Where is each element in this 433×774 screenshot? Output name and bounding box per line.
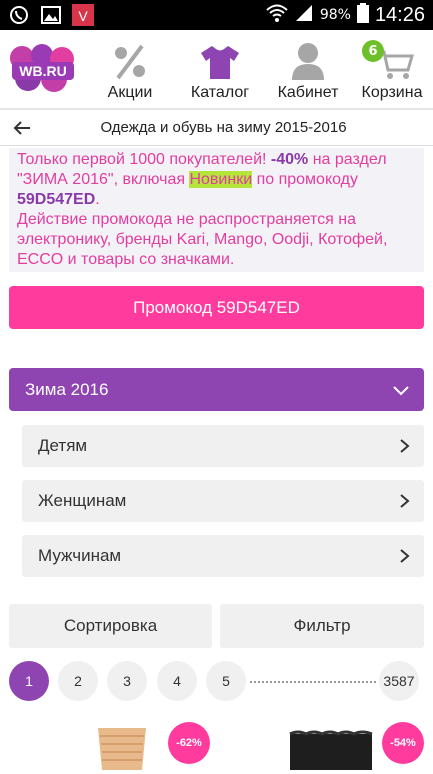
subcategory-label: Женщинам xyxy=(38,491,127,510)
chevron-right-icon xyxy=(400,549,410,563)
promo-code-button[interactable]: Промокод 59D547ED xyxy=(9,286,424,329)
tshirt-icon xyxy=(200,36,240,80)
clock: 14:26 xyxy=(374,3,425,26)
discount-badge: -62% xyxy=(168,722,210,764)
nav-cabinet-label: Кабинет xyxy=(277,84,339,101)
season-dropdown[interactable]: Зима 2016 xyxy=(9,368,424,411)
svg-text:V: V xyxy=(78,8,88,24)
nav-cart[interactable]: 6 Корзина xyxy=(354,30,430,108)
title-bar: Одежда и обувь на зиму 2015-2016 xyxy=(0,110,433,146)
subcategory-label: Детям xyxy=(38,436,88,455)
subcategory-women[interactable]: Женщинам xyxy=(22,480,424,522)
promo-part4: . xyxy=(95,191,100,208)
gallery-icon xyxy=(40,4,62,26)
back-button[interactable] xyxy=(0,110,44,146)
page-1[interactable]: 1 xyxy=(9,661,49,701)
percent-icon xyxy=(112,36,148,80)
viber-icon xyxy=(8,4,30,26)
promo-part3: по промокоду xyxy=(252,171,359,188)
chevron-right-icon xyxy=(400,439,410,453)
promo-text: Только первой 1000 покупателей! -40% на … xyxy=(9,148,424,272)
status-bar: V 98% 14:26 xyxy=(0,0,433,30)
subcategory-men[interactable]: Мужчинам xyxy=(22,535,424,577)
page-last[interactable]: 3587 xyxy=(379,661,419,701)
app-v-icon: V xyxy=(72,4,94,26)
promo-discount: -40% xyxy=(270,151,309,168)
wifi-icon xyxy=(266,3,288,27)
logo-text: WB.RU xyxy=(19,63,66,79)
page-title: Одежда и обувь на зиму 2015-2016 xyxy=(100,119,347,136)
nav-cart-label: Корзина xyxy=(361,84,423,101)
promo-highlight[interactable]: Новинки xyxy=(189,171,253,188)
promo-note: Действие промокода не распространяется н… xyxy=(17,211,388,268)
nav-catalog-label: Каталог xyxy=(190,84,250,101)
sort-button[interactable]: Сортировка xyxy=(9,604,212,648)
page-4[interactable]: 4 xyxy=(157,661,197,701)
promo-code: 59D547ED xyxy=(17,191,96,208)
page-5[interactable]: 5 xyxy=(206,661,246,701)
user-icon xyxy=(290,36,326,80)
chevron-right-icon xyxy=(400,494,410,508)
signal-icon xyxy=(294,3,314,27)
pagination-ellipsis xyxy=(250,681,376,683)
page-3[interactable]: 3 xyxy=(107,661,147,701)
nav-promo-label: Акции xyxy=(107,84,153,101)
battery-icon xyxy=(356,3,369,27)
nav-catalog[interactable]: Каталог xyxy=(180,30,260,108)
wb-logo[interactable]: WB.RU xyxy=(8,44,78,94)
back-arrow-icon xyxy=(13,120,30,135)
discount-badge: -54% xyxy=(382,722,424,764)
app-header: WB.RU Акции Каталог Кабинет 6 Корзина xyxy=(0,30,433,110)
promo-part1: Только первой 1000 покупателей! xyxy=(17,151,271,168)
chevron-down-icon xyxy=(393,385,409,395)
battery-percent: 98% xyxy=(319,7,351,23)
nav-cabinet[interactable]: Кабинет xyxy=(268,30,348,108)
filter-button[interactable]: Фильтр xyxy=(220,604,424,648)
cart-badge: 6 xyxy=(362,40,384,62)
subcategory-label: Мужчинам xyxy=(38,546,122,565)
season-label: Зима 2016 xyxy=(25,379,109,399)
product-image[interactable] xyxy=(286,730,376,770)
subcategory-kids[interactable]: Детям xyxy=(22,425,424,467)
page-2[interactable]: 2 xyxy=(58,661,98,701)
product-image[interactable] xyxy=(92,728,152,770)
nav-promo[interactable]: Акции xyxy=(100,30,160,108)
